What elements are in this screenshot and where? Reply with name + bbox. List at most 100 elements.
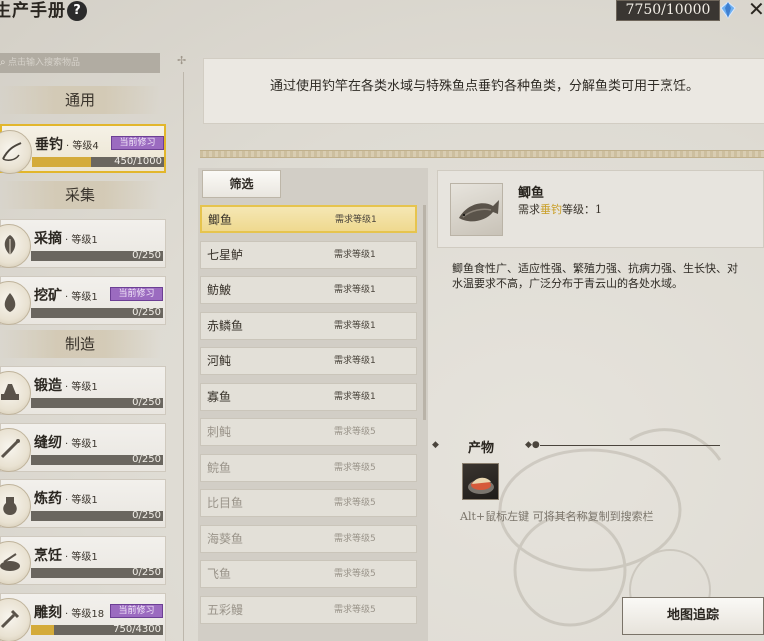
fish-list-item[interactable]: 海葵鱼 需求等级5 (200, 524, 417, 553)
fish-requirement: 需求等级1 (334, 285, 376, 295)
skill-progress-text: 0/250 (132, 397, 161, 408)
skill-progress-bar: 750/4300 (31, 624, 163, 635)
fish-list-item[interactable]: 河鲀 需求等级1 (200, 347, 417, 375)
category-crafting: 制造 (0, 330, 160, 358)
fish-list-item[interactable]: 赤鳞鱼 需求等级1 (200, 311, 417, 340)
filter-button[interactable]: 筛选 (202, 170, 281, 198)
map-track-button[interactable]: 地图追踪 (622, 597, 764, 635)
skill-card[interactable]: 锻造 · 等级1 0/250 (0, 366, 166, 415)
fish-requirement: 需求等级5 (334, 569, 376, 579)
skill-card[interactable]: 雕刻 · 等级18 当前修习 750/4300 (0, 593, 166, 641)
fish-requirement: 需求等级1 (334, 391, 376, 402)
decorative-diamond-icon: ◆● (525, 440, 540, 450)
skill-icon (0, 224, 31, 268)
skill-name: 雕刻 (34, 605, 62, 621)
product-item-icon[interactable] (462, 463, 499, 500)
skill-progress-bar: 0/250 (31, 397, 163, 408)
decorative-diamond-icon: ◆ (432, 440, 439, 450)
sidebar-divider (183, 72, 184, 641)
fish-name: 五彩鳗 (207, 602, 244, 617)
req-prefix: 需求 (518, 203, 540, 216)
detail-fish-name: 鲫鱼 (518, 186, 545, 201)
fish-name: 海葵鱼 (207, 531, 244, 546)
skill-icon (0, 598, 31, 641)
skill-progress-text: 750/4300 (113, 624, 161, 635)
fish-name: 鲩鱼 (207, 460, 232, 475)
help-icon[interactable]: ? (67, 1, 87, 21)
top-bar: 生产手册 ? 7750/10000 ✕ (0, 0, 764, 26)
skill-icon (0, 130, 32, 174)
skill-level: · 等级1 (65, 235, 98, 246)
gem-icon (720, 1, 736, 19)
skill-progress-text: 0/250 (132, 567, 161, 578)
skill-icon (0, 428, 31, 472)
fish-list-item[interactable]: 七星鲈 需求等级1 (200, 240, 417, 269)
skill-progress-bar: 450/1000 (32, 156, 164, 167)
skill-icon (0, 371, 31, 415)
decorative-band (200, 150, 764, 158)
skill-name: 垂钓 (35, 137, 63, 153)
fish-list-item[interactable]: 鲂鮍 需求等级1 (200, 276, 417, 304)
fish-name: 七星鲈 (207, 247, 244, 262)
fish-name: 鲫鱼 (208, 213, 233, 227)
skill-progress-fill (32, 157, 92, 167)
fish-image (450, 183, 503, 236)
category-general: 通用 (0, 86, 160, 114)
fish-list-item[interactable]: 鲫鱼 需求等级1 (200, 205, 417, 233)
skill-card[interactable]: 炼药 · 等级1 0/250 (0, 479, 166, 528)
skill-icon (0, 281, 31, 325)
skill-name: 烹饪 (34, 548, 62, 564)
fish-requirement: 需求等级5 (334, 604, 376, 615)
skill-card[interactable]: 烹饪 · 等级1 0/250 (0, 536, 166, 585)
skill-name: 采摘 (34, 231, 62, 247)
fish-requirement: 需求等级1 (334, 320, 376, 331)
fish-list-item[interactable]: 五彩鳗 需求等级5 (200, 595, 417, 624)
skill-card[interactable]: 缝纫 · 等级1 0/250 (0, 423, 166, 472)
fish-list-item[interactable]: 飞鱼 需求等级5 (200, 560, 417, 588)
fish-requirement: 需求等级5 (334, 533, 376, 544)
skill-level: · 等级1 (65, 495, 98, 506)
skill-progress-bar: 0/250 (31, 567, 163, 578)
fish-name: 飞鱼 (207, 567, 232, 581)
fish-requirement: 需求等级1 (334, 356, 376, 366)
skill-icon (0, 484, 31, 528)
fish-list-item[interactable]: 刺鲀 需求等级5 (200, 418, 417, 446)
fish-name: 河鲀 (207, 354, 232, 368)
skill-progress-bar: 0/250 (31, 307, 163, 318)
skill-card[interactable]: 垂钓 · 等级4 当前修习 450/1000 (0, 124, 166, 174)
fish-list-item[interactable]: 寡鱼 需求等级1 (200, 382, 417, 411)
detail-description: 鲫鱼食性广、适应性强、繁殖力强、抗病力强、生长快、对 水温要求不高，广泛分布于青… (452, 262, 738, 290)
fish-requirement: 需求等级1 (334, 249, 376, 260)
skill-card[interactable]: 采摘 · 等级1 0/250 (0, 219, 166, 268)
skill-level: · 等级1 (65, 552, 98, 563)
skill-name: 锻造 (34, 378, 62, 394)
current-study-badge: 当前修习 (110, 287, 163, 301)
list-scrollbar[interactable] (423, 205, 426, 420)
search-input[interactable]: 点击输入搜索物品 (0, 53, 160, 73)
close-icon[interactable]: ✕ (748, 0, 764, 20)
fish-name: 比目鱼 (207, 496, 244, 510)
fish-list-item[interactable]: 比目鱼 需求等级5 (200, 489, 417, 517)
fish-requirement: 需求等级5 (334, 427, 376, 437)
fish-list-item[interactable]: 鲩鱼 需求等级5 (200, 453, 417, 482)
skill-level: · 等级1 (65, 292, 98, 303)
fish-requirement: 需求等级1 (335, 215, 377, 225)
skill-progress-bar: 0/250 (31, 250, 163, 261)
skill-progress-text: 450/1000 (114, 156, 162, 167)
skill-level: · 等级18 (65, 609, 105, 620)
skill-name: 挖矿 (34, 288, 62, 304)
skill-card[interactable]: 挖矿 · 等级1 当前修习 0/250 (0, 276, 166, 325)
skill-progress-bar: 0/250 (31, 454, 163, 465)
skill-progress-bar: 0/250 (31, 510, 163, 521)
detail-requirement: 需求垂钓等级：1 (518, 201, 602, 217)
description-text: 通过使用钓竿在各类水域与特殊鱼点垂钓各种鱼类，分解鱼类可用于烹饪。 (269, 79, 699, 94)
decorative-cross-icon: ✢ (177, 54, 187, 67)
fish-requirement: 需求等级5 (334, 498, 376, 508)
skill-progress-text: 0/250 (132, 510, 161, 521)
current-study-badge: 当前修习 (111, 136, 164, 150)
skill-level: · 等级4 (66, 141, 99, 152)
product-divider (540, 445, 720, 446)
skill-level: · 等级1 (65, 439, 98, 450)
current-study-badge: 当前修习 (110, 604, 163, 618)
skill-name: 缝纫 (34, 435, 62, 451)
